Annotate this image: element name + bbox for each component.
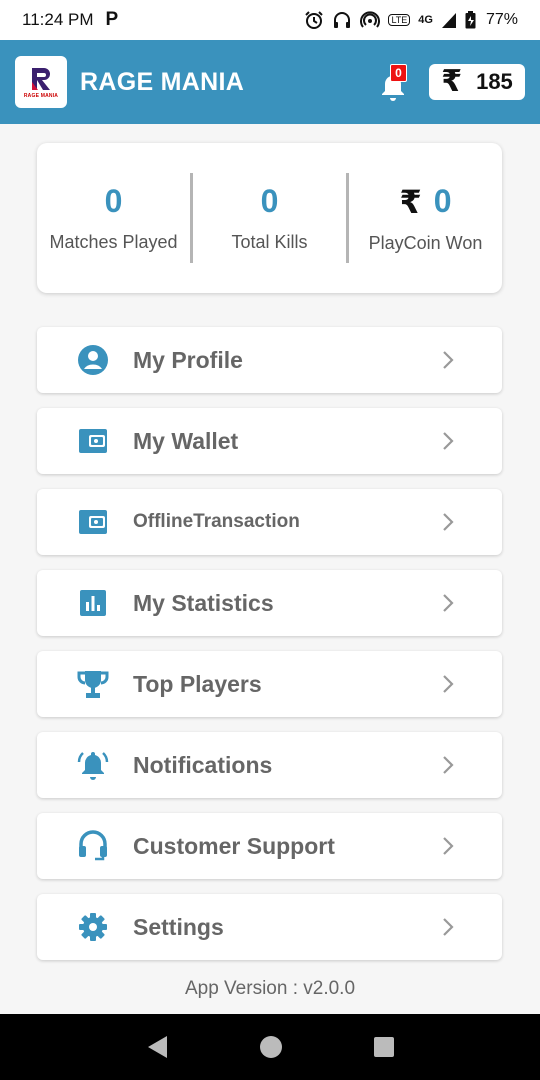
stats-card: 0 Matches Played 0 Total Kills ₹ 0 PlayC… [37,143,502,293]
matches-played-value: 0 [104,183,123,219]
wallet-icon [77,425,109,457]
notification-count-badge: 0 [390,64,407,82]
menu-item-label: My Statistics [133,589,274,616]
app-logo: RAGE MANIA [15,56,67,108]
stat-label: PlayCoin Won [368,232,483,253]
stat-playcoin-won: ₹ 0 PlayCoin Won [346,173,502,263]
stat-value: 0 [261,183,279,220]
rupee-icon: ₹ [441,65,463,98]
app-version: App Version : v2.0.0 [184,978,356,999]
stat-value: ₹ 0 [399,183,451,221]
volte-icon: LTE [388,14,411,26]
chevron-right-icon [443,756,454,774]
menu-item-label: My Wallet [133,427,239,454]
chevron-right-icon [443,432,454,450]
logo-mark-icon [32,67,50,90]
parking-icon: P [105,9,119,30]
hotspot-icon [360,11,381,28]
stat-value: 0 [105,183,123,220]
chevron-right-icon [443,351,454,369]
recents-icon[interactable] [373,1036,395,1058]
account-circle-icon [77,344,109,376]
menu-item-notifications[interactable]: Notifications [37,732,502,798]
headphones-icon [334,12,351,28]
chevron-right-icon [443,837,454,855]
app-header: RAGE MANIA RAGE MANIA 0 ₹ 185 [0,40,540,124]
playcoin-won-value: 0 [433,183,452,219]
menu-item-label: Customer Support [133,832,335,859]
notification-bell-button[interactable]: 0 [378,64,412,101]
total-kills-value: 0 [260,183,279,219]
menu-item-label: Notifications [133,751,273,778]
menu-item-label: Settings [133,913,224,940]
chevron-right-icon [443,594,454,612]
stat-label: Total Kills [231,232,308,252]
stat-matches-played: 0 Matches Played [37,173,190,263]
network-type: 4G [418,14,433,26]
rupee-icon: ₹ [399,183,422,220]
system-nav-bar [0,1014,540,1080]
menu-item-label: OfflineTransaction [133,511,300,532]
menu-item-my-statistics[interactable]: My Statistics [37,570,502,636]
chevron-right-icon [443,918,454,936]
menu-item-my-wallet[interactable]: My Wallet [37,408,502,474]
menu-item-offline-transaction[interactable]: OfflineTransaction [37,489,502,555]
menu-item-customer-support[interactable]: Customer Support [37,813,502,879]
stat-label: Matches Played [49,232,178,252]
wallet-icon [77,506,109,538]
bell-ringing-icon [77,749,109,781]
chevron-right-icon [443,675,454,693]
menu-item-label: Top Players [133,670,262,697]
gear-icon [77,911,109,943]
alarm-icon [305,11,324,29]
trophy-icon [77,668,109,700]
menu-item-top-players[interactable]: Top Players [37,651,502,717]
back-icon[interactable] [145,1034,169,1060]
app-title: RAGE MANIA [80,67,245,96]
status-bar: 11:24 PM P LTE 4G 77% [0,0,540,40]
home-icon[interactable] [259,1035,283,1059]
bar-chart-icon [77,587,109,619]
logo-text: RAGE MANIA [23,92,59,99]
menu-item-settings[interactable]: Settings [37,894,502,960]
menu-item-my-profile[interactable]: My Profile [37,327,502,393]
signal-icon [441,13,456,28]
status-time: 11:24 PM [22,10,94,29]
battery-percent: 77% [485,11,518,28]
stat-total-kills: 0 Total Kills [190,173,346,263]
chevron-right-icon [443,513,454,531]
status-icons: LTE 4G 77% [304,10,518,30]
headset-icon [77,830,109,862]
menu-item-label: My Profile [133,346,243,373]
battery-icon [465,11,476,29]
coin-balance[interactable]: ₹ 185 [429,64,525,100]
coin-balance-value: 185 [476,69,513,94]
